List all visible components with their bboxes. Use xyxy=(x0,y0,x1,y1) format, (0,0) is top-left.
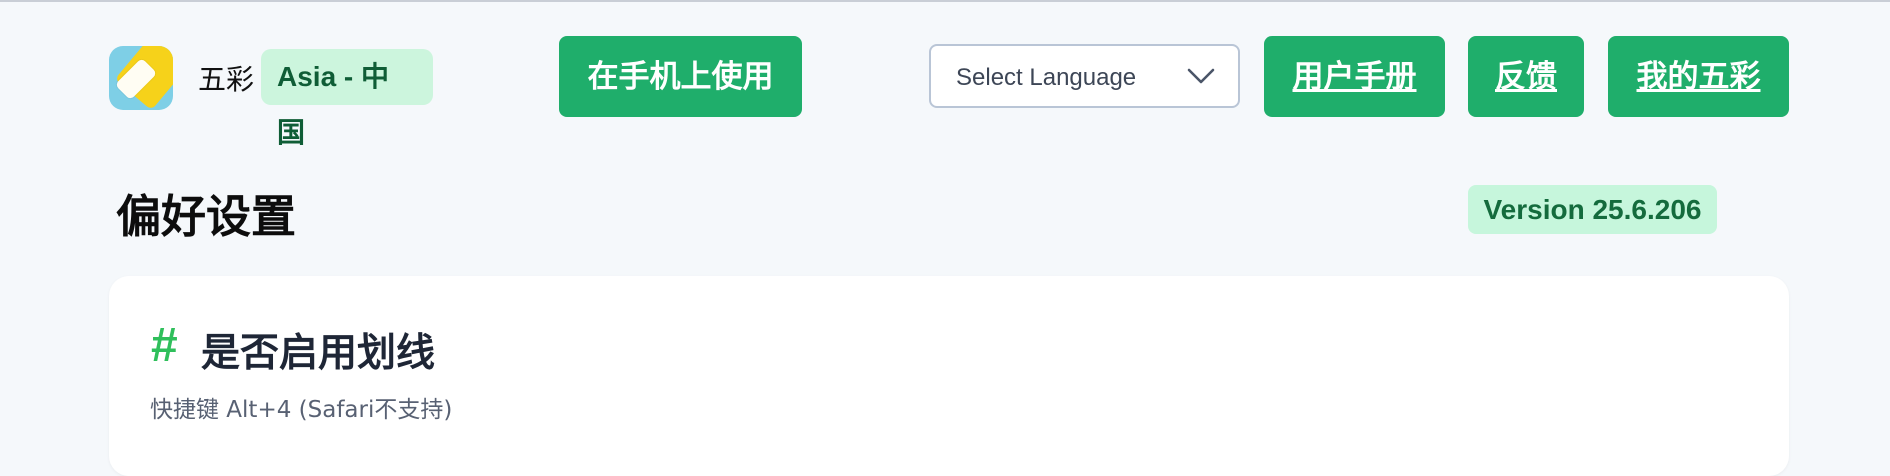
setting-title: 是否启用划线 xyxy=(201,331,436,376)
settings-card: # 是否启用划线 快捷键 Alt+4 (Safari不支持) xyxy=(109,276,1789,476)
brand-name[interactable]: 五彩 xyxy=(198,58,254,98)
use-on-mobile-button[interactable]: 在手机上使用 xyxy=(559,36,802,117)
page-title: 偏好设置 xyxy=(116,190,297,243)
top-border xyxy=(0,0,1890,2)
header: 五彩 Asia - 中国 在手机上使用 Select Language 用户手册… xyxy=(0,36,1890,148)
user-manual-button[interactable]: 用户手册 xyxy=(1264,36,1445,117)
my-account-button[interactable]: 我的五彩 xyxy=(1608,36,1789,117)
language-select-value: Select Language xyxy=(956,64,1137,91)
app-logo-icon[interactable] xyxy=(109,46,173,110)
feedback-button[interactable]: 反馈 xyxy=(1468,36,1584,117)
language-select[interactable]: Select Language xyxy=(929,44,1240,108)
chevron-down-icon xyxy=(1187,68,1215,84)
setting-subtitle: 快捷键 Alt+4 (Safari不支持) xyxy=(150,397,453,423)
version-badge: Version 25.6.206 xyxy=(1468,185,1717,234)
region-badge: Asia - 中国 xyxy=(261,49,433,148)
hash-icon: # xyxy=(151,319,178,372)
